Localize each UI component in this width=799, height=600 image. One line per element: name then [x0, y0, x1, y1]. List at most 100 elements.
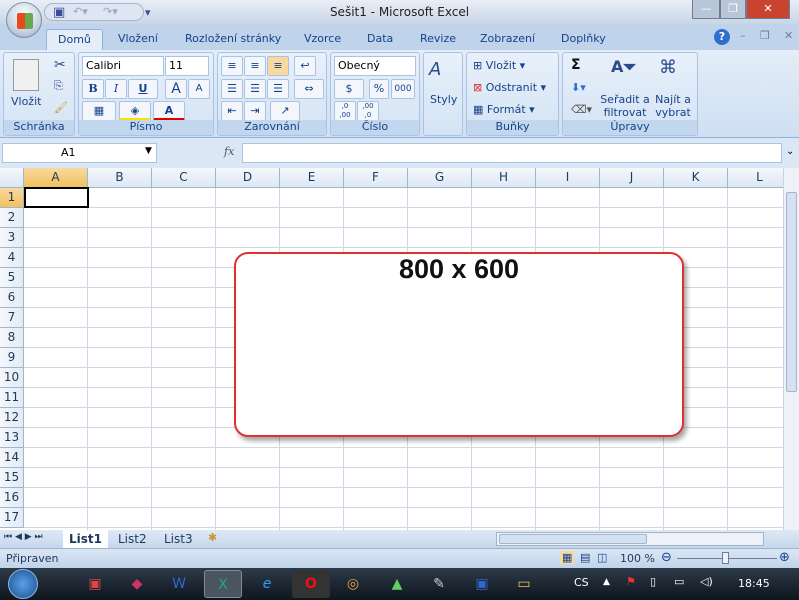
select-all-button[interactable]	[0, 168, 24, 188]
row-header[interactable]: 15	[0, 468, 24, 488]
fill-button[interactable]: ⬇▾	[571, 81, 586, 94]
column-header[interactable]: I	[536, 168, 600, 188]
row-header[interactable]: 4	[0, 248, 24, 268]
tab-vlozeni[interactable]: Vložení	[107, 29, 169, 50]
column-header[interactable]: J	[600, 168, 664, 188]
name-box[interactable]: A1	[2, 143, 157, 163]
normal-view-button[interactable]: ▦	[560, 551, 575, 564]
tab-domu[interactable]: Domů	[46, 29, 103, 50]
close-button[interactable]: ✕	[746, 0, 790, 19]
merge-center-button[interactable]: ⇔	[294, 79, 324, 99]
name-box-dropdown-icon[interactable]: ▼	[145, 146, 152, 156]
row-header[interactable]: 1	[0, 188, 24, 208]
insert-sheet-icon[interactable]: ✱	[208, 531, 217, 544]
customize-qat-icon[interactable]: ▾	[145, 6, 151, 19]
align-middle-button[interactable]: ≡	[244, 56, 266, 76]
power-icon[interactable]: ▯	[650, 575, 656, 588]
taskbar-access-icon[interactable]: ◆	[118, 570, 156, 598]
row-header[interactable]: 7	[0, 308, 24, 328]
paste-button[interactable]: Vložit	[11, 95, 41, 108]
font-color-button[interactable]: A	[153, 101, 185, 121]
increase-indent-button[interactable]: ⇥	[244, 101, 266, 121]
format-cells-button[interactable]: ▦ Formát ▾	[473, 103, 535, 116]
find-select-button[interactable]: Najít a vybrat	[651, 93, 695, 119]
taskbar-excel-icon[interactable]: X	[204, 570, 242, 598]
zoom-level[interactable]: 100 %	[620, 552, 655, 565]
column-header[interactable]: D	[216, 168, 280, 188]
shrink-font-button[interactable]: A	[188, 79, 210, 99]
italic-button[interactable]: I	[105, 79, 127, 99]
tab-rozlozeni-stranky[interactable]: Rozložení stránky	[174, 29, 292, 50]
insert-cells-button[interactable]: ⊞ Vložit ▾	[473, 59, 525, 72]
ribbon-restore-icon[interactable]: ❐	[760, 29, 770, 42]
paste-icon[interactable]	[13, 59, 39, 91]
zoom-out-button[interactable]: ⊖	[661, 550, 672, 565]
row-header[interactable]: 2	[0, 208, 24, 228]
active-cell-a1[interactable]	[24, 187, 89, 208]
underline-button[interactable]: U	[128, 79, 158, 99]
formula-input[interactable]	[242, 143, 782, 163]
taskbar-explorer-icon[interactable]: ▭	[505, 570, 543, 598]
column-header[interactable]: A	[24, 168, 88, 188]
taskbar-ie-icon[interactable]: e	[248, 570, 286, 598]
vertical-scroll-thumb[interactable]	[786, 192, 797, 392]
undo-icon[interactable]: ↶▾	[73, 5, 88, 18]
autosum-button[interactable]: Σ	[571, 57, 581, 73]
taskbar-save-icon[interactable]: ▣	[463, 570, 501, 598]
clear-button[interactable]: ⌫▾	[571, 103, 592, 116]
zoom-slider-handle[interactable]	[722, 552, 729, 564]
column-header[interactable]: G	[408, 168, 472, 188]
decrease-decimal-button[interactable]: ,00 ,0	[357, 101, 379, 121]
action-center-icon[interactable]: ⚑	[626, 575, 636, 588]
align-left-button[interactable]: ☰	[221, 79, 243, 99]
thousands-button[interactable]: 000	[391, 79, 415, 99]
grow-font-button[interactable]: A	[165, 79, 187, 99]
taskbar-app-icon[interactable]: ◎	[334, 570, 372, 598]
column-header[interactable]: L	[728, 168, 783, 188]
row-header[interactable]: 3	[0, 228, 24, 248]
redo-icon[interactable]: ↷▾	[103, 5, 118, 18]
row-header[interactable]: 5	[0, 268, 24, 288]
row-header[interactable]: 8	[0, 328, 24, 348]
percent-button[interactable]: %	[369, 79, 389, 99]
row-header[interactable]: 14	[0, 448, 24, 468]
copy-icon[interactable]: ⎘	[54, 79, 63, 93]
row-header[interactable]: 11	[0, 388, 24, 408]
taskbar-notepad-icon[interactable]: ✎	[420, 570, 458, 598]
taskbar-app-icon[interactable]: ▣	[76, 570, 114, 598]
taskbar-paint-icon[interactable]: ▲	[378, 570, 416, 598]
format-painter-icon[interactable]: 🖌	[54, 101, 68, 114]
column-header[interactable]: C	[152, 168, 216, 188]
ribbon-close-icon[interactable]: ✕	[784, 29, 793, 42]
column-header[interactable]: H	[472, 168, 536, 188]
row-header[interactable]: 9	[0, 348, 24, 368]
align-right-button[interactable]: ☰	[267, 79, 289, 99]
sheet-navigation-icons[interactable]: ⏮ ◀ ▶ ⏭	[4, 532, 43, 542]
row-header[interactable]: 12	[0, 408, 24, 428]
row-header[interactable]: 6	[0, 288, 24, 308]
ribbon-minimize-icon[interactable]: –	[740, 29, 746, 42]
styles-button[interactable]: Styly	[430, 93, 457, 106]
font-name-select[interactable]: Calibri	[82, 56, 164, 76]
orientation-button[interactable]: ↗	[270, 101, 300, 121]
align-bottom-button[interactable]: ≡	[267, 56, 289, 76]
tab-zobrazeni[interactable]: Zobrazení	[469, 29, 546, 50]
taskbar-opera-icon[interactable]: O	[292, 570, 330, 598]
expand-formula-bar-icon[interactable]: ⌄	[786, 146, 794, 157]
cut-icon[interactable]: ✂	[54, 57, 66, 73]
restore-button[interactable]: ❐	[720, 0, 746, 19]
column-header[interactable]: K	[664, 168, 728, 188]
office-button[interactable]	[6, 2, 42, 38]
align-center-button[interactable]: ☰	[244, 79, 266, 99]
column-header[interactable]: F	[344, 168, 408, 188]
vertical-scrollbar[interactable]	[783, 168, 799, 530]
language-indicator[interactable]: CS	[574, 576, 589, 589]
delete-cells-button[interactable]: ⊠ Odstranit ▾	[473, 81, 546, 94]
wrap-text-button[interactable]: ↩	[294, 56, 316, 76]
fill-color-button[interactable]: ◈	[119, 101, 151, 121]
row-header[interactable]: 16	[0, 488, 24, 508]
tab-vzorce[interactable]: Vzorce	[293, 29, 352, 50]
horizontal-scrollbar[interactable]	[496, 532, 764, 546]
tab-data[interactable]: Data	[356, 29, 404, 50]
bold-button[interactable]: B	[82, 79, 104, 99]
